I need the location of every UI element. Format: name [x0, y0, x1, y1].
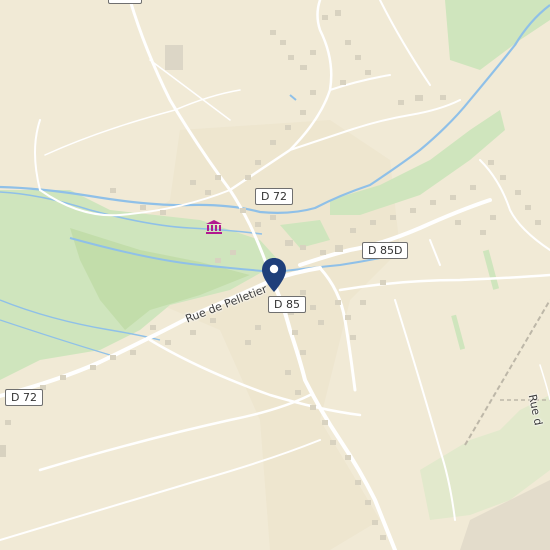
map-canvas[interactable]: D 72 D 72 D 85 D 85D Rue de Pelletier Ru… [0, 0, 550, 550]
museum-icon [206, 220, 222, 234]
road-label-d85d: D 85D [362, 242, 409, 259]
top-edge-label [108, 0, 142, 4]
road-label-d85: D 85 [268, 296, 306, 313]
museum-poi[interactable] [205, 219, 223, 235]
road-label-d72-left: D 72 [5, 389, 43, 406]
road-label-d72-top: D 72 [255, 188, 293, 205]
